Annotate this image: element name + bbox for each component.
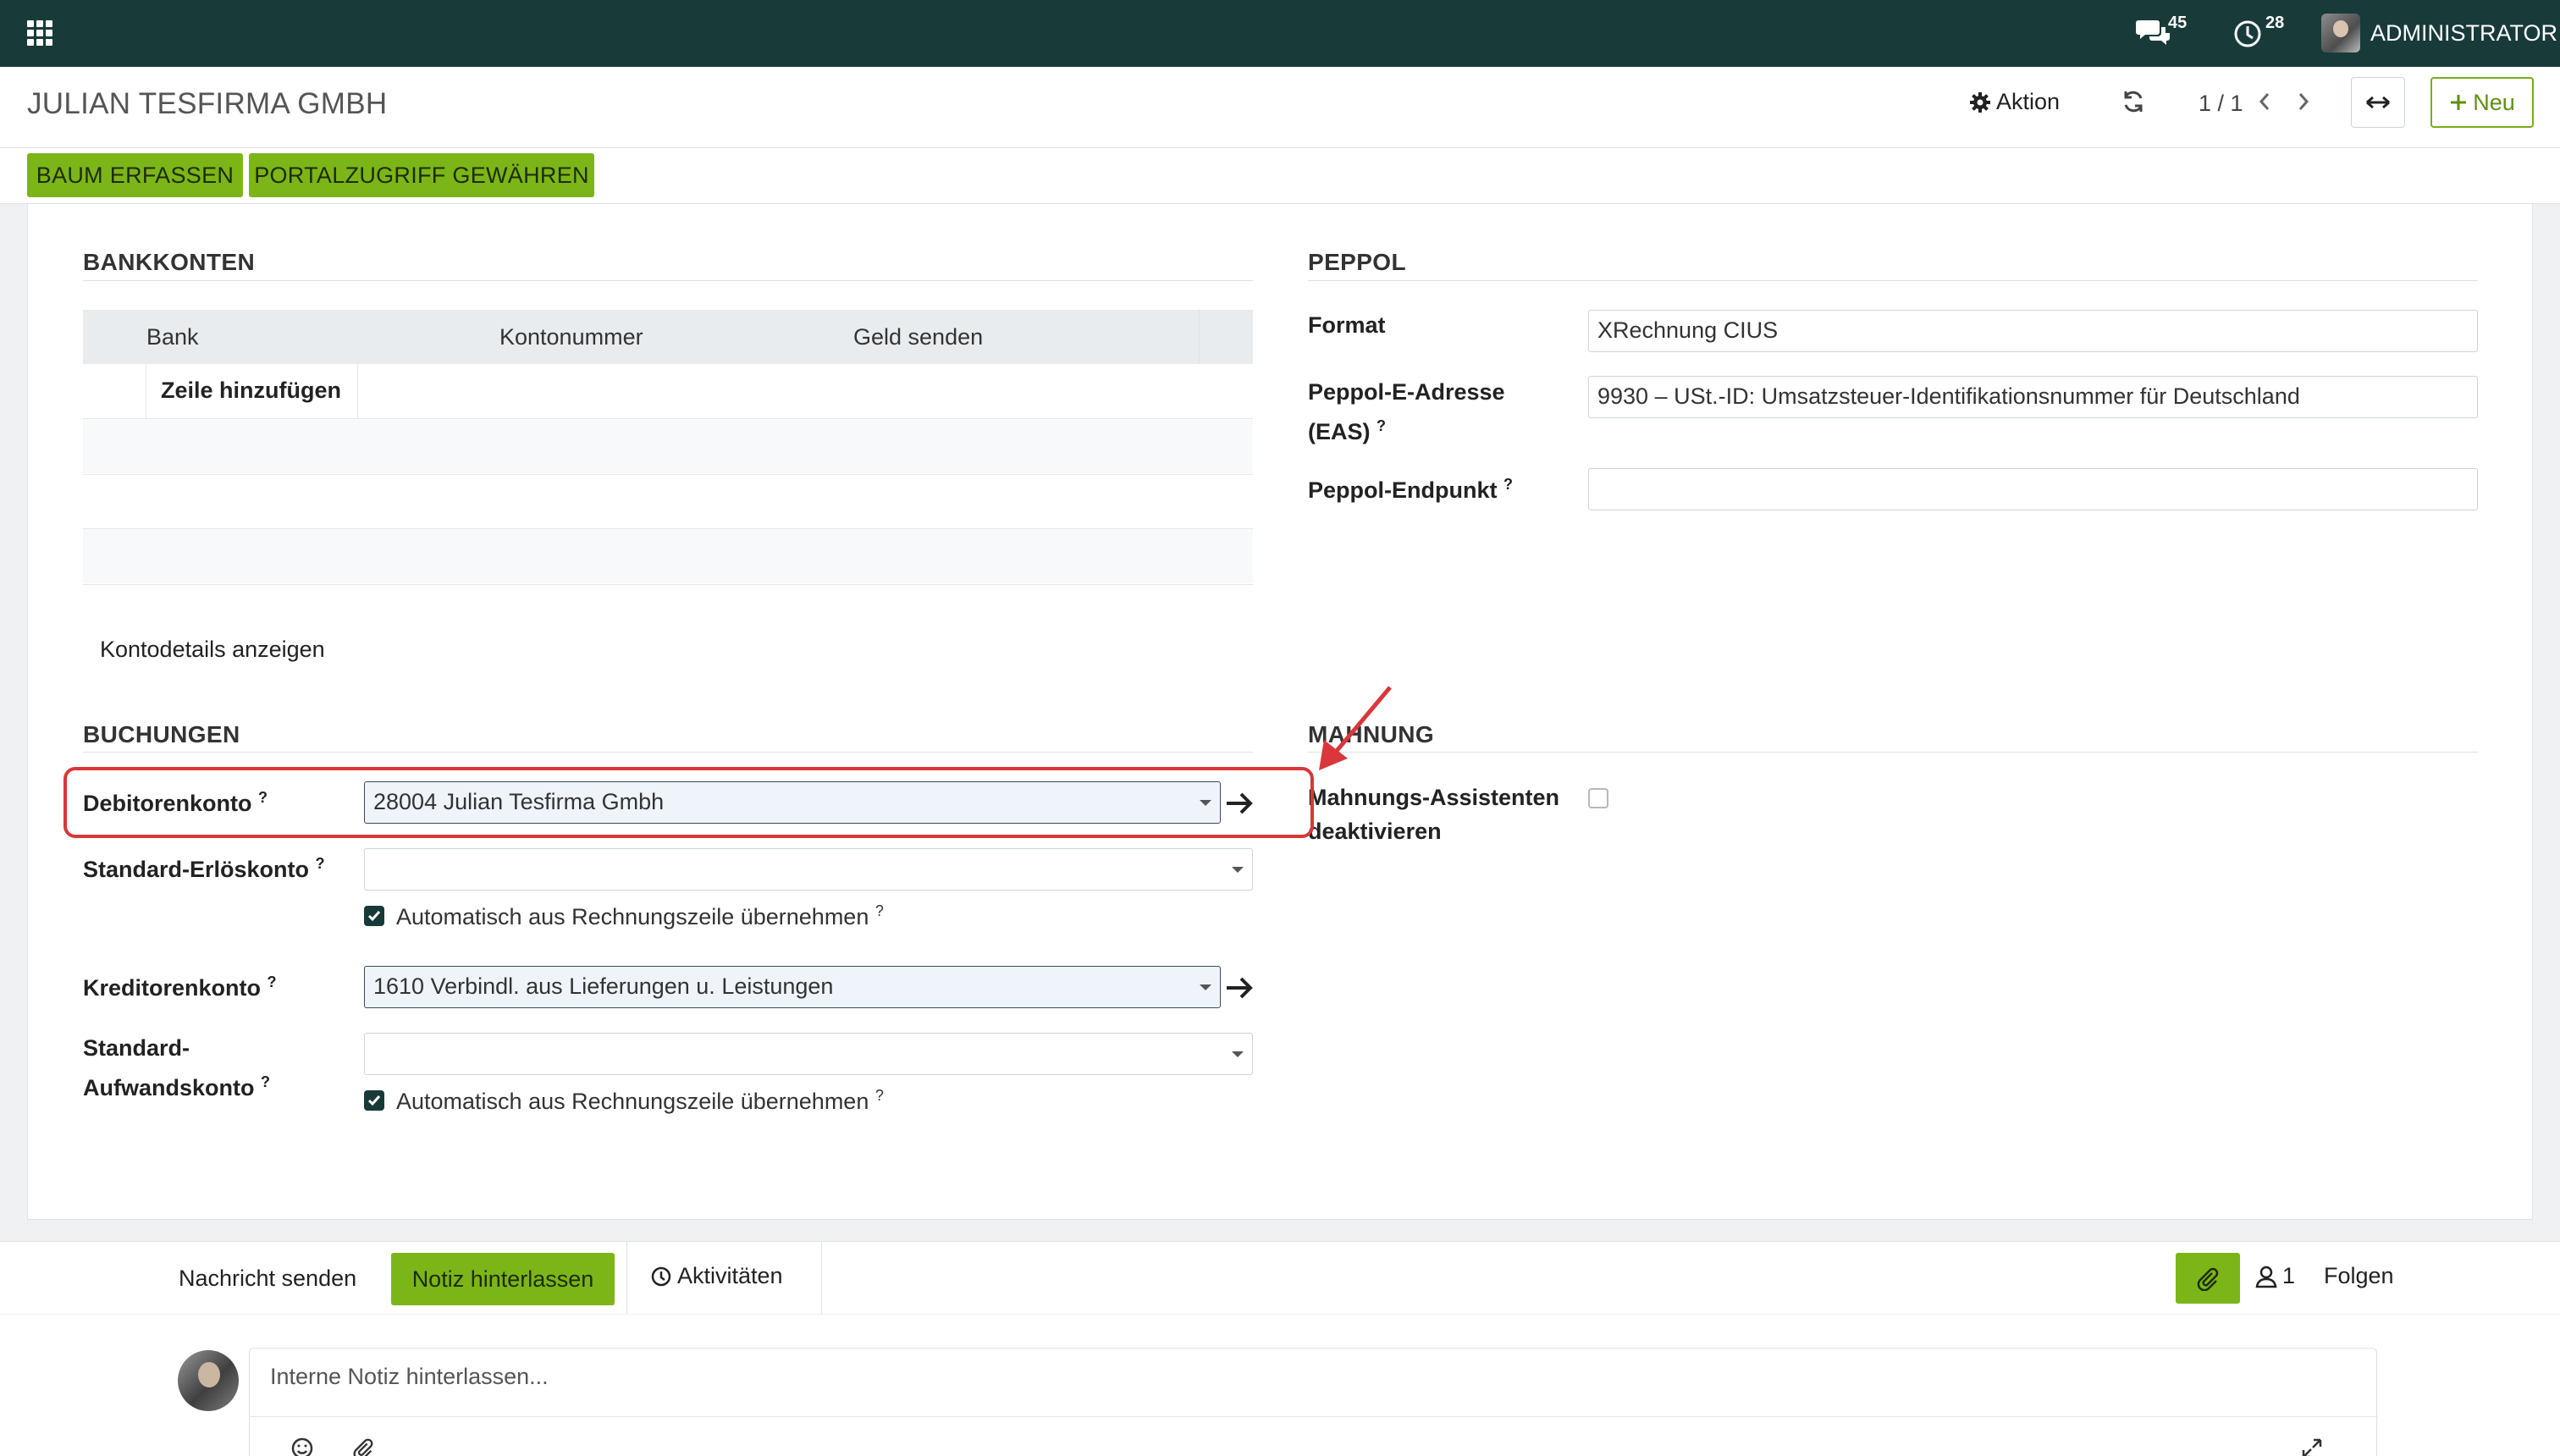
eas-field[interactable]: 9930 – USt.-ID: Umsatzsteuer-Identifikat…	[1588, 376, 2478, 418]
activities-badge: 28	[2263, 14, 2287, 33]
annotation-arrow-icon	[1310, 682, 1395, 781]
dropdown-caret-icon	[1232, 1051, 1244, 1057]
dunning-disable-label: Mahnungs-Assistenten deaktivieren	[1308, 785, 1560, 844]
tab-separator	[821, 1241, 822, 1314]
user-avatar	[2321, 14, 2360, 52]
bank-section-divider	[83, 280, 1253, 281]
table-row	[83, 529, 1253, 583]
control-panel: JULIAN TESFIRMA GMBH Aktion 1 / 1 Neu	[0, 67, 2560, 148]
table-row-divider	[83, 584, 1253, 585]
refresh-icon[interactable]	[2121, 89, 2146, 120]
composer-divider	[250, 1416, 2378, 1417]
income-auto-label: Automatisch aus Rechnungszeile übernehme…	[396, 902, 884, 929]
income-account-label: Standard-Erlöskonto ?	[83, 855, 325, 882]
column-send-money[interactable]: Geld senden	[853, 324, 983, 350]
note-composer[interactable]: Interne Notiz hinterlassen...	[249, 1348, 2378, 1456]
follow-button[interactable]: Folgen	[2324, 1263, 2394, 1289]
record-title: JULIAN TESFIRMA GMBH	[27, 87, 388, 120]
arrows-horizontal-icon	[2366, 96, 2390, 109]
log-note-button[interactable]: Notiz hinterlassen	[391, 1253, 615, 1305]
messages-badge: 45	[2166, 14, 2190, 33]
paperclip-icon	[2197, 1267, 2219, 1291]
column-account-number[interactable]: Kontonummer	[499, 324, 643, 350]
bookings-section-title: BUCHUNGEN	[83, 721, 240, 747]
grant-portal-access-button[interactable]: PORTALZUGRIFF GEWÄHREN	[249, 153, 594, 197]
endpoint-label: Peppol-Endpunkt ?	[1308, 476, 1513, 503]
dunning-disable-checkbox[interactable]	[1588, 788, 1608, 808]
user-name: ADMINISTRATOR	[2370, 19, 2558, 46]
bank-section-title: BANKKONTEN	[83, 249, 256, 275]
clock-icon	[651, 1266, 671, 1286]
expense-account-select[interactable]	[364, 1033, 1253, 1075]
dunning-section-divider	[1308, 752, 2478, 753]
expense-auto-label: Automatisch aus Rechnungszeile übernehme…	[396, 1087, 884, 1114]
current-user-avatar	[178, 1350, 239, 1411]
format-label: Format	[1308, 312, 1386, 338]
followers-count: 1	[2282, 1263, 2296, 1288]
user-icon	[2255, 1266, 2277, 1288]
send-message-tab[interactable]: Nachricht senden	[179, 1266, 356, 1292]
payable-label: Kreditorenkonto ?	[83, 973, 277, 1001]
new-button[interactable]: Neu	[2430, 77, 2534, 128]
dropdown-caret-icon	[1232, 867, 1244, 873]
chevron-left-icon[interactable]	[2255, 89, 2274, 120]
attach-paperclip-icon[interactable]	[351, 1437, 375, 1456]
help-icon[interactable]: ?	[261, 1073, 270, 1090]
plus-icon	[2451, 95, 2467, 110]
apps-menu-icon[interactable]	[27, 20, 52, 46]
activities-clock-icon[interactable]: 28	[2232, 14, 2287, 55]
endpoint-field[interactable]	[1588, 468, 2478, 510]
messages-icon[interactable]: 45	[2135, 14, 2190, 55]
eas-label: Peppol-E-Adresse (EAS) ?	[1308, 379, 1505, 444]
highlight-box	[63, 767, 1314, 838]
action-label: Aktion	[1996, 89, 2061, 114]
help-icon[interactable]: ?	[268, 973, 277, 990]
table-row-divider	[83, 474, 1253, 475]
activities-tab[interactable]: Aktivitäten	[650, 1263, 783, 1289]
new-label: Neu	[2473, 89, 2515, 115]
peppol-section-divider	[1308, 280, 2478, 281]
peppol-section-title: PEPPOL	[1308, 249, 1406, 275]
dropdown-caret-icon	[1200, 984, 1211, 990]
status-bar: BAUM ERFASSEN PORTALZUGRIFF GEWÄHREN	[0, 148, 2560, 204]
chevron-right-icon[interactable]	[2294, 89, 2313, 120]
followers-button[interactable]: 1	[2255, 1263, 2295, 1289]
payable-account-select[interactable]: 1610 Verbindl. aus Lieferungen u. Leistu…	[364, 966, 1221, 1008]
income-account-select[interactable]	[364, 848, 1253, 891]
fullscreen-expand-icon[interactable]	[2300, 1437, 2324, 1456]
help-icon[interactable]: ?	[875, 902, 884, 919]
expense-account-label: Standard- Aufwandskonto ?	[83, 1035, 271, 1100]
emoji-icon[interactable]	[290, 1437, 314, 1456]
show-account-details-link[interactable]: Kontodetails anzeigen	[100, 637, 325, 663]
user-menu[interactable]: ADMINISTRATOR	[2321, 14, 2557, 52]
top-navbar: 45 28 ADMINISTRATOR	[0, 0, 2560, 67]
help-icon[interactable]: ?	[875, 1087, 884, 1104]
table-row	[83, 419, 1253, 473]
note-input[interactable]: Interne Notiz hinterlassen...	[270, 1364, 549, 1390]
income-auto-checkbox[interactable]	[364, 906, 384, 926]
bookings-section-divider	[83, 752, 1253, 753]
column-bank[interactable]: Bank	[146, 324, 199, 350]
row-separator	[357, 364, 358, 418]
open-record-arrow-icon[interactable]	[1224, 973, 1255, 1008]
tab-separator	[626, 1241, 627, 1314]
attachments-button[interactable]	[2176, 1253, 2240, 1304]
help-icon[interactable]: ?	[316, 855, 325, 872]
gear-icon	[1970, 91, 1990, 113]
toggle-width-button[interactable]	[2351, 77, 2405, 128]
bank-table-header: Bank Kontonummer Geld senden	[83, 310, 1253, 364]
column-separator	[1199, 310, 1200, 364]
check-icon	[367, 1095, 381, 1106]
format-field[interactable]: XRechnung CIUS	[1588, 310, 2478, 352]
action-menu-button[interactable]: Aktion	[1969, 89, 2060, 115]
activities-label: Aktivitäten	[677, 1263, 783, 1288]
add-line-link[interactable]: Zeile hinzufügen	[161, 378, 341, 404]
help-icon[interactable]: ?	[1377, 417, 1386, 434]
payable-value: 1610 Verbindl. aus Lieferungen u. Leistu…	[373, 973, 834, 999]
pager-value[interactable]: 1 / 1	[2199, 91, 2243, 117]
check-icon	[367, 911, 381, 922]
help-icon[interactable]: ?	[1503, 476, 1513, 493]
tree-capture-button[interactable]: BAUM ERFASSEN	[27, 153, 243, 197]
expense-auto-checkbox[interactable]	[364, 1090, 384, 1111]
